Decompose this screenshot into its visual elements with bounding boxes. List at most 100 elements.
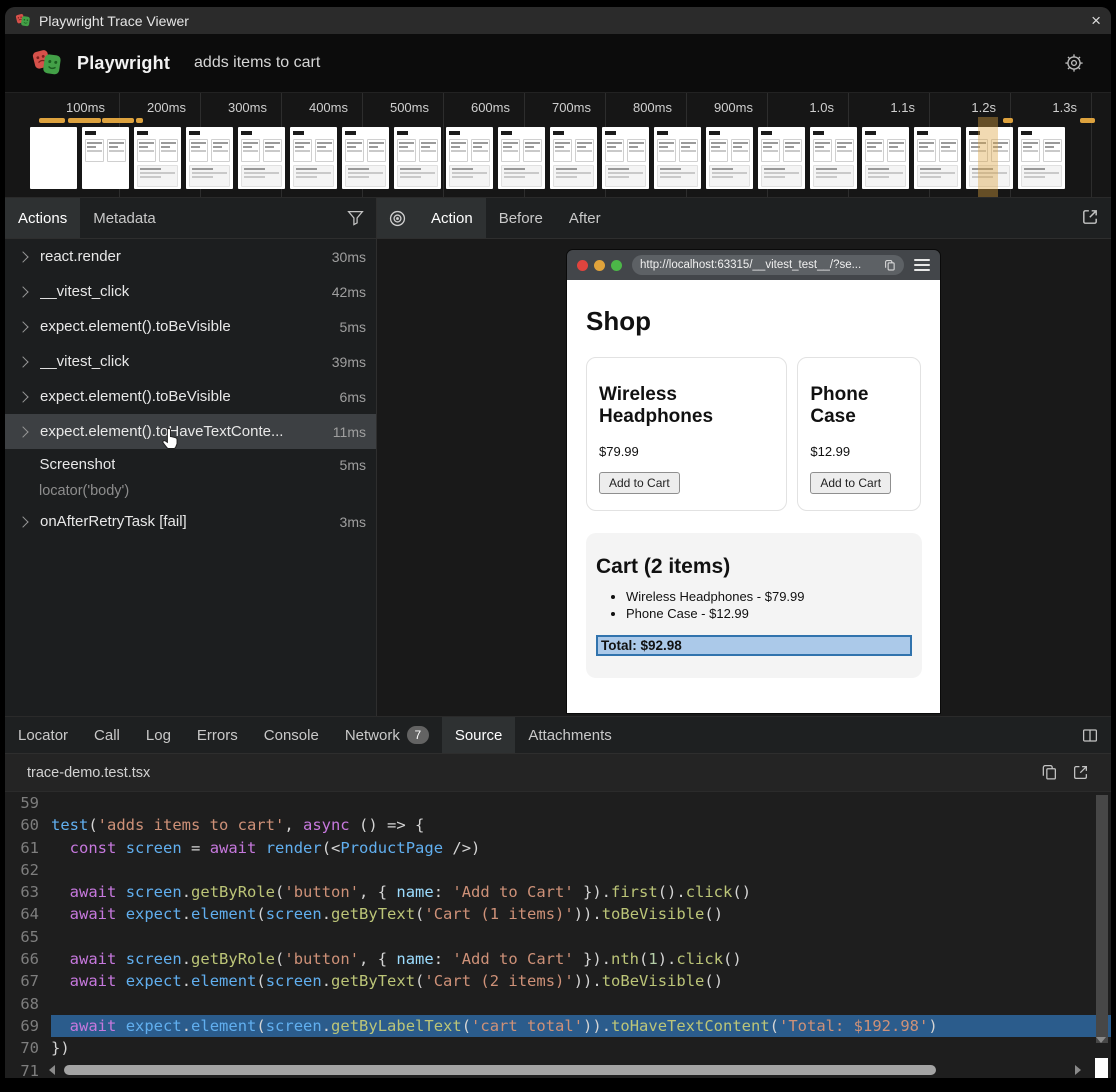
chevron-right-icon[interactable] — [17, 356, 28, 367]
filmstrip-frame[interactable] — [394, 127, 441, 189]
frame-mini-card — [85, 139, 104, 162]
app-header: Playwright adds items to cart — [5, 34, 1111, 92]
frame-mini-line — [577, 146, 586, 148]
action-row[interactable]: onAfterRetryTask [fail]3ms — [5, 504, 376, 539]
product-card: Phone Case $12.99 Add to Cart — [797, 357, 921, 511]
add-to-cart-button[interactable]: Add to Cart — [599, 472, 680, 494]
action-row[interactable]: react.render30ms — [5, 239, 376, 274]
browser-menu-icon[interactable] — [914, 259, 930, 271]
frame-mini-cart — [189, 165, 230, 187]
tab-before[interactable]: Before — [486, 198, 556, 238]
scroll-left-arrow-icon[interactable] — [49, 1065, 55, 1075]
chevron-right-icon[interactable] — [17, 516, 28, 527]
line-number: 61 — [5, 837, 51, 859]
tab-attachments[interactable]: Attachments — [515, 717, 624, 753]
filmstrip-frame[interactable] — [550, 127, 597, 189]
code-text: await expect.element(screen.getByLabelTe… — [51, 1015, 1111, 1037]
pick-locator-target-icon[interactable] — [377, 198, 418, 238]
code-token: click — [686, 883, 733, 901]
code-token — [116, 972, 125, 990]
filmstrip-frame[interactable] — [1018, 127, 1065, 189]
action-row[interactable]: expect.element().toBeVisible5ms — [5, 309, 376, 344]
tab-console[interactable]: Console — [251, 717, 332, 753]
tab-log[interactable]: Log — [133, 717, 184, 753]
timeline-gridline — [1091, 93, 1092, 197]
frame-mini-title — [241, 131, 252, 135]
filter-icon[interactable] — [335, 198, 376, 238]
code-token: 'Add to Cart' — [452, 883, 573, 901]
settings-gear-icon[interactable] — [1063, 52, 1085, 74]
filmstrip-frame[interactable] — [238, 127, 285, 189]
timeline[interactable]: 100ms200ms300ms400ms500ms600ms700ms800ms… — [5, 92, 1111, 197]
frame-mini-line — [347, 146, 356, 148]
frame-mini-line — [265, 146, 274, 148]
split-view-icon[interactable] — [1069, 717, 1111, 753]
close-icon[interactable]: × — [1091, 12, 1101, 29]
action-row[interactable]: __vitest_click42ms — [5, 274, 376, 309]
code-token: getByText — [331, 905, 415, 923]
chevron-right-icon[interactable] — [17, 251, 28, 262]
tab-label: Metadata — [93, 210, 156, 227]
filmstrip-frame[interactable] — [862, 127, 909, 189]
tab-source[interactable]: Source — [442, 717, 516, 753]
add-to-cart-button[interactable]: Add to Cart — [810, 472, 891, 494]
filmstrip-frame[interactable] — [914, 127, 961, 189]
action-row[interactable]: expect.element().toHaveTextConte...11ms — [5, 414, 376, 449]
filmstrip-frame[interactable] — [758, 127, 805, 189]
tab-network[interactable]: Network7 — [332, 717, 442, 753]
chevron-right-icon[interactable] — [17, 321, 28, 332]
filmstrip-frame[interactable] — [134, 127, 181, 189]
code-token — [116, 883, 125, 901]
code-text: await expect.element(screen.getByText('C… — [51, 970, 1111, 992]
chevron-right-icon[interactable] — [17, 286, 28, 297]
code-token: . — [322, 972, 331, 990]
filmstrip-frame[interactable] — [342, 127, 389, 189]
tab-action[interactable]: Action — [418, 198, 486, 238]
open-source-external-icon[interactable] — [1072, 764, 1089, 781]
copy-url-icon[interactable] — [884, 259, 896, 272]
code-token: screen — [126, 883, 182, 901]
frame-mini-line — [192, 176, 213, 178]
tab-actions[interactable]: Actions — [5, 198, 80, 238]
horizontal-scrollbar[interactable] — [49, 1064, 1081, 1076]
filmstrip-frame[interactable] — [186, 127, 233, 189]
code-token: )). — [574, 972, 602, 990]
open-snapshot-external-icon[interactable] — [1081, 208, 1099, 226]
scroll-right-arrow-icon[interactable] — [1075, 1065, 1081, 1075]
frame-mini-card — [865, 139, 884, 162]
tab-locator[interactable]: Locator — [5, 717, 81, 753]
tab-metadata[interactable]: Metadata — [80, 198, 169, 238]
action-row[interactable]: Screenshot5ms — [5, 449, 376, 480]
frame-mini-card — [1043, 139, 1062, 162]
filmstrip-frame[interactable] — [82, 127, 129, 189]
filmstrip-frame[interactable] — [654, 127, 701, 189]
tab-errors[interactable]: Errors — [184, 717, 251, 753]
vertical-scrollbar[interactable] — [1096, 795, 1108, 1065]
frame-mini-line — [348, 176, 369, 178]
filmstrip-frame[interactable] — [446, 127, 493, 189]
filmstrip-frame[interactable] — [30, 127, 77, 189]
filmstrip-frame[interactable] — [706, 127, 753, 189]
tab-label: Call — [94, 727, 120, 744]
filmstrip[interactable] — [30, 127, 1065, 189]
frame-mini-cards — [761, 139, 802, 162]
filmstrip-frame[interactable] — [290, 127, 337, 189]
filmstrip-frame[interactable] — [602, 127, 649, 189]
chevron-right-icon[interactable] — [17, 426, 28, 437]
chevron-right-icon[interactable] — [17, 391, 28, 402]
tab-after[interactable]: After — [556, 198, 614, 238]
frame-mini-line — [109, 146, 118, 148]
source-code-viewer: 5960test('adds items to cart', async () … — [5, 792, 1111, 1078]
filmstrip-frame[interactable] — [498, 127, 545, 189]
copy-source-icon[interactable] — [1041, 764, 1058, 781]
action-row[interactable]: __vitest_click39ms — [5, 344, 376, 379]
frame-mini-card — [553, 139, 572, 162]
action-row[interactable]: expect.element().toBeVisible6ms — [5, 379, 376, 414]
filmstrip-frame[interactable] — [810, 127, 857, 189]
frame-mini-cards — [657, 139, 698, 162]
tab-call[interactable]: Call — [81, 717, 133, 753]
code-token: render — [266, 839, 322, 857]
frame-mini-line — [889, 142, 904, 144]
line-number: 62 — [5, 859, 51, 881]
code-line: 60test('adds items to cart', async () =>… — [5, 814, 1111, 836]
